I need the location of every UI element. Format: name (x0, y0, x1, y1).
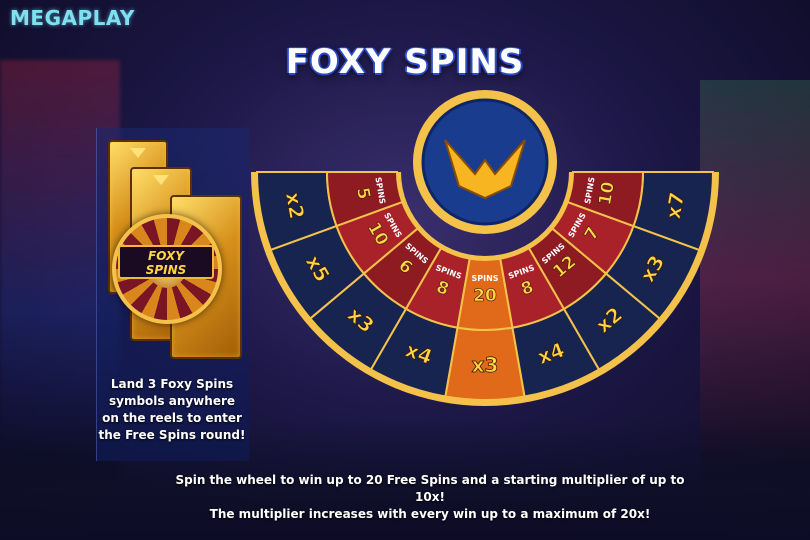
info-line: symbols anywhere (108, 394, 236, 408)
gem-icon (153, 175, 169, 185)
info-line: the Free Spins round! (98, 428, 246, 442)
multiplier-label: x2 (281, 190, 309, 221)
gem-icon (130, 148, 146, 158)
bonus-wheel: x2 5 SPINS x5 10 SPINS x3 6 SPINS x4 8 SPINS x3 20 SPI… (245, 80, 725, 415)
spins-number: 10 (595, 180, 619, 207)
page-title: FOXY SPINS (285, 42, 525, 82)
info-line: on the reels to enter (102, 411, 242, 425)
footer-text: Spin the wheel to win up to 20 Free Spin… (170, 472, 690, 523)
footer-line-1: Spin the wheel to win up to 20 Free Spin… (175, 473, 685, 504)
info-line: Land 3 Foxy Spins (110, 377, 234, 391)
badge-line-2: SPINS (145, 263, 187, 277)
megaplay-logo: MEGAPLAY (10, 6, 135, 30)
badge-line-1: FOXY (148, 249, 184, 263)
spins-label: SPINS (471, 274, 498, 283)
foxy-spins-symbol-label: FOXY SPINS (118, 245, 214, 279)
bonus-wheel-svg: x2 5 SPINSx510SPINSx36SPINSx48SPINSx320SPI… (251, 90, 719, 406)
multiplier-label: x7 (661, 190, 689, 221)
multiplier-label: x3 (472, 353, 499, 377)
info-panel-text: Land 3 Foxy Spins symbols anywhere on th… (96, 376, 248, 444)
footer-line-2: The multiplier increases with every win … (209, 507, 651, 521)
spins-number: 20 (473, 286, 497, 306)
